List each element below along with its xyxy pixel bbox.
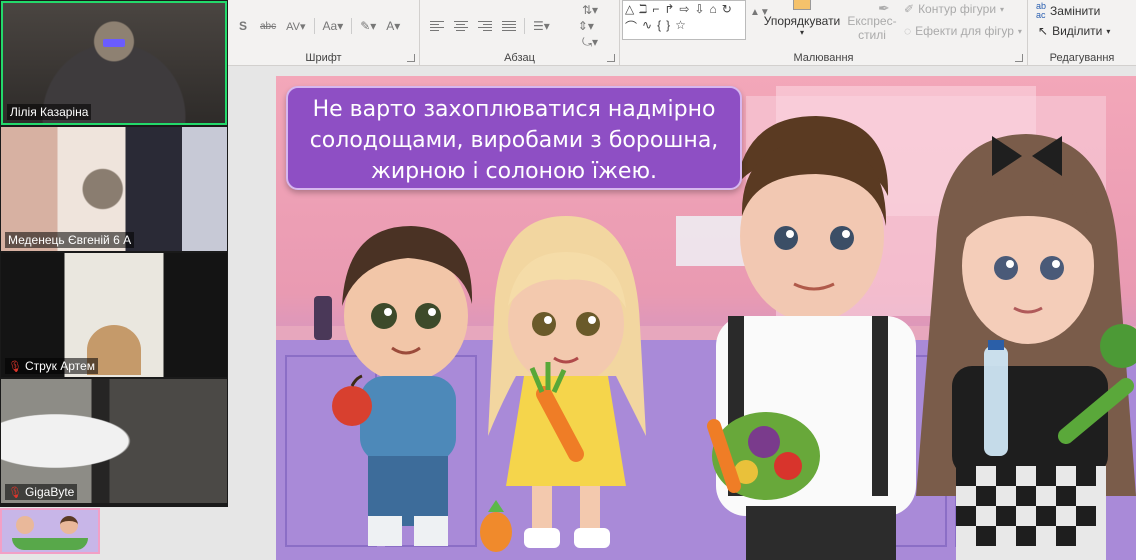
pen-icon: ✐ <box>904 2 915 16</box>
brace-open-shape-icon[interactable]: { <box>657 18 661 35</box>
participant-name: 🎙 Струк Артем <box>5 358 98 374</box>
align-center-icon[interactable] <box>452 16 470 36</box>
wine-bottle <box>314 296 332 340</box>
replace-label: Замінити <box>1050 4 1101 18</box>
slide-thumbnail[interactable] <box>0 508 100 554</box>
separator <box>524 18 525 34</box>
thumbnail-kid-icon <box>16 516 34 534</box>
star-shape-icon[interactable]: ☆ <box>675 18 686 35</box>
thumbnail-kid-icon <box>60 516 78 534</box>
quick-styles-label-2: стилі <box>858 28 886 42</box>
shadow-button[interactable]: S <box>234 16 252 36</box>
shape-effects-label: Ефекти для фігур <box>915 24 1014 38</box>
chevron-down-icon: ▾ <box>799 28 804 37</box>
columns-icon[interactable]: ☰▾ <box>531 16 552 36</box>
connector-shape-icon[interactable]: ℶ <box>639 2 647 16</box>
drawing-dialog-launcher-icon[interactable] <box>1015 54 1023 62</box>
char-spacing-button[interactable]: AV▾ <box>284 16 307 36</box>
quick-styles-label-1: Експрес- <box>847 14 897 28</box>
font-color-button[interactable]: A▾ <box>384 16 402 36</box>
elbow-shape-icon[interactable]: ⌐ <box>652 2 659 16</box>
change-case-button[interactable]: Aa▾ <box>321 16 346 36</box>
chevron-down-icon: ▾ <box>1000 4 1005 14</box>
cursor-icon: ↖ <box>1038 24 1049 38</box>
pen-tool-icon[interactable]: ✒ <box>878 0 890 17</box>
shape-outline-label: Контур фігури <box>918 2 997 16</box>
font-group-label: Шрифт <box>305 52 342 64</box>
slide-canvas[interactable]: Не варто захоплюватися надмірно солодоща… <box>276 76 1136 560</box>
paragraph-group: ☰▾ ⇕▾ ⇅▾ ⤿▾ Абзац <box>420 0 620 66</box>
bent-arrow-shape-icon[interactable]: ↱ <box>664 2 674 16</box>
brace-close-shape-icon[interactable]: } <box>666 18 670 35</box>
participants-panel: Лілія Казаріна Меденець Євгеній 6 А 🎙 Ст… <box>0 0 228 507</box>
replace-icon: ab ac <box>1036 1 1047 20</box>
participant-tile[interactable]: 🎙 GigaByte <box>1 379 227 503</box>
mic-off-icon: 🎙 <box>8 486 22 499</box>
smartart-icon[interactable]: ⤿▾ <box>580 32 600 52</box>
drawing-group-label: Малювання <box>793 52 854 64</box>
separator <box>313 18 315 34</box>
curved-arrow-shape-icon[interactable]: ↻ <box>722 2 732 16</box>
text-direction-icon[interactable]: ⇅▾ <box>580 0 600 20</box>
arrange-label: Упорядкувати <box>763 14 841 28</box>
participant-tile[interactable]: 🎙 Струк Артем <box>1 253 227 377</box>
arrange-icon <box>793 0 811 10</box>
slide-text-callout[interactable]: Не варто захоплюватися надмірно солодоща… <box>286 86 742 190</box>
ribbon: S abc AV▾ Aa▾ ✎▾ A▾ Шрифт ☰▾ ⇕▾ ⇅▾ ⤿▾ Аб… <box>228 0 1136 66</box>
replace-button[interactable]: ab ac Замінити <box>1036 2 1100 20</box>
select-label: Виділити <box>1052 24 1103 38</box>
participant-name: Лілія Казаріна <box>7 104 92 120</box>
align-right-icon[interactable] <box>476 16 494 36</box>
drawing-group: △ ℶ ⌐ ↱ ⇨ ⇩ ⌂ ↻ ⌒ ∿ { } ☆ ▲▼ Упорядкуват… <box>620 0 1028 66</box>
select-button[interactable]: ↖ Виділити ▾ <box>1038 24 1110 38</box>
align-left-icon[interactable] <box>428 16 446 36</box>
mic-off-icon: 🎙 <box>8 360 22 373</box>
highlight-icon[interactable]: ✎▾ <box>358 16 378 36</box>
participant-tile[interactable]: Лілія Казаріна <box>1 1 227 125</box>
curve-shape-icon[interactable]: ⌒ <box>625 18 637 35</box>
chevron-down-icon: ▾ <box>1106 26 1111 36</box>
shapes-gallery[interactable]: △ ℶ ⌐ ↱ ⇨ ⇩ ⌂ ↻ ⌒ ∿ { } ☆ <box>622 0 746 40</box>
boy-tall-figure <box>707 116 916 560</box>
thumbnail-salad-icon <box>12 538 88 550</box>
slide-text-line: солодощами, виробами з борошна, <box>309 128 719 153</box>
quick-styles-button[interactable]: Експрес- стилі <box>844 0 900 48</box>
participant-name: 🎙 GigaByte <box>5 484 78 500</box>
glasses-glare-icon <box>103 39 125 47</box>
callout-shape-icon[interactable]: ⌂ <box>710 2 717 16</box>
thumbnail-pane <box>100 507 228 560</box>
down-arrow-shape-icon[interactable]: ⇩ <box>694 2 704 16</box>
arrange-button[interactable]: Упорядкувати ▾ <box>762 0 842 48</box>
participant-name: Меденець Євгеній 6 А <box>5 232 135 248</box>
paragraph-dialog-launcher-icon[interactable] <box>607 54 615 62</box>
paragraph-group-label: Абзац <box>504 52 535 64</box>
slide-text-line: жирною і солоною їжею. <box>371 159 657 184</box>
slide-text-line: Не варто захоплюватися надмірно <box>312 97 716 122</box>
editing-group-label: Редагування <box>1049 52 1115 64</box>
font-dialog-launcher-icon[interactable] <box>407 54 415 62</box>
shape-effects-button[interactable]: ◌ Ефекти для фігур ▾ <box>904 24 1022 38</box>
wave-shape-icon[interactable]: ∿ <box>642 18 652 35</box>
font-group: S abc AV▾ Aa▾ ✎▾ A▾ Шрифт <box>228 0 420 66</box>
editing-group: ab ac Замінити ↖ Виділити ▾ Редагування <box>1028 0 1136 66</box>
effects-icon: ◌ <box>904 24 912 38</box>
participant-tile[interactable]: Меденець Євгеній 6 А <box>1 127 227 251</box>
justify-icon[interactable] <box>500 16 518 36</box>
chevron-down-icon: ▾ <box>1017 26 1022 36</box>
right-arrow-shape-icon[interactable]: ⇨ <box>679 2 689 16</box>
separator <box>351 18 353 34</box>
shape-outline-button[interactable]: ✐ Контур фігури ▾ <box>904 2 1004 16</box>
triangle-shape-icon[interactable]: △ <box>625 2 634 16</box>
strikethrough-button[interactable]: abc <box>258 16 278 36</box>
